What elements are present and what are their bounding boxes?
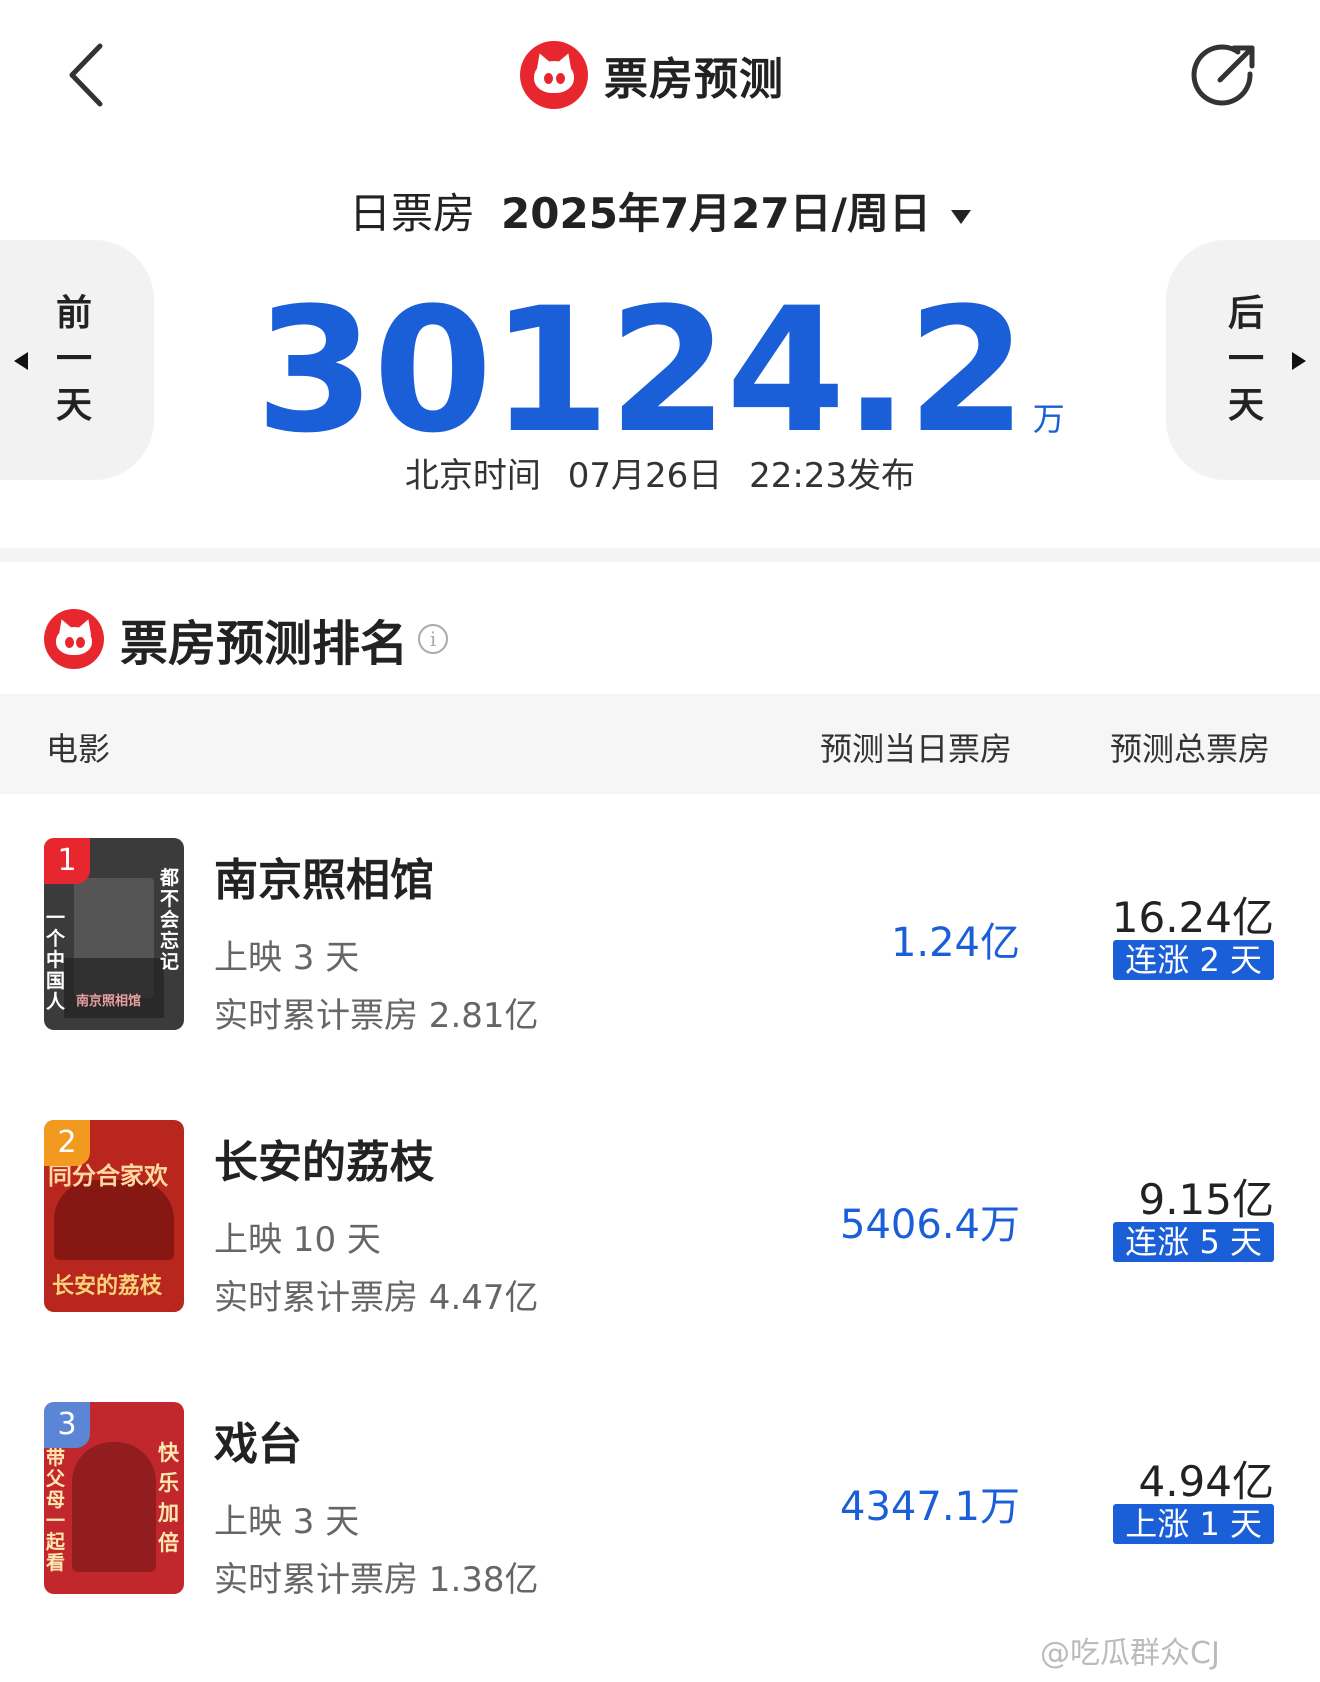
trend-badge: 连涨 2 天 — [1113, 940, 1274, 980]
trend-badge: 上涨 1 天 — [1113, 1504, 1274, 1544]
predicted-daily: 5406.4万 — [840, 1202, 1020, 1248]
selected-date: 2025年7月27日/周日 — [501, 189, 931, 238]
publish-date: 07月26日 — [567, 456, 723, 496]
cumulative-box-office: 实时累计票房 4.47亿 — [214, 1278, 539, 1318]
total-unit: 万 — [1032, 400, 1065, 438]
back-button[interactable] — [60, 40, 120, 110]
page-title: 票房预测 — [604, 54, 784, 105]
days-released: 上映 10 天 — [214, 1220, 381, 1260]
predicted-daily: 1.24亿 — [890, 920, 1020, 966]
predicted-total: 16.24亿 — [1111, 893, 1274, 942]
date-selector[interactable]: 日票房 2025年7月27日/周日 — [0, 180, 1320, 241]
poster-tagline-left: 带父母一起看 — [46, 1447, 66, 1574]
movie-row[interactable]: 同分合家欢 长安的荔枝 2 长安的荔枝 上映 10 天 实时累计票房 4.47亿… — [0, 1120, 1320, 1340]
chevron-left-icon — [69, 43, 103, 107]
movie-title[interactable]: 南京照相馆 — [214, 844, 434, 908]
caret-down-icon — [950, 209, 971, 224]
rank-badge: 1 — [44, 838, 90, 884]
movie-title[interactable]: 长安的荔枝 — [214, 1126, 434, 1190]
date-mode-label: 日票房 — [349, 189, 476, 238]
movie-row[interactable]: 一个中国人 都不会忘记 南京照相馆 1 南京照相馆 上映 3 天 实时累计票房 … — [0, 838, 1320, 1058]
table-header: 电影 预测当日票房 预测总票房 — [0, 694, 1320, 794]
info-icon[interactable]: i — [418, 624, 449, 654]
column-total: 预测总票房 — [1110, 730, 1271, 768]
movie-poster[interactable]: 带父母一起看 快乐加倍 3 — [44, 1402, 184, 1594]
column-movie: 电影 — [46, 730, 111, 768]
predicted-daily: 4347.1万 — [840, 1484, 1020, 1530]
publish-info: 北京时间 07月26日 22:23发布 — [0, 448, 1320, 497]
predicted-total: 4.94亿 — [1138, 1457, 1274, 1506]
publish-prefix: 北京时间 — [404, 456, 541, 496]
cumulative-box-office: 实时累计票房 2.81亿 — [214, 996, 539, 1036]
poster-tagline-right: 都不会忘记 — [160, 867, 180, 973]
poster-tagline-left: 一个中国人 — [46, 907, 66, 1013]
maoyan-cat-logo-icon — [44, 609, 104, 669]
poster-tagline-right: 快乐加倍 — [158, 1440, 179, 1555]
ranking-title: 票房预测排名 — [120, 616, 409, 672]
maoyan-cat-logo-icon — [520, 41, 588, 109]
column-daily: 预测当日票房 — [820, 730, 1013, 768]
days-released: 上映 3 天 — [214, 1502, 360, 1542]
share-button[interactable] — [1190, 40, 1260, 110]
rank-badge: 3 — [44, 1402, 90, 1448]
poster-title-text: 南京照相馆 — [76, 994, 142, 1009]
movie-poster[interactable]: 同分合家欢 长安的荔枝 2 — [44, 1120, 184, 1312]
total-value: 30124.2 — [255, 270, 1026, 471]
watermark: @吃瓜群众CJ — [1040, 1636, 1220, 1671]
days-released: 上映 3 天 — [214, 938, 360, 978]
total-box-office: 30124.2 万 — [0, 270, 1320, 471]
rank-badge: 2 — [44, 1120, 90, 1166]
trend-badge: 连涨 5 天 — [1113, 1222, 1274, 1262]
movie-poster[interactable]: 一个中国人 都不会忘记 南京照相馆 1 — [44, 838, 184, 1030]
movie-title[interactable]: 戏台 — [214, 1408, 302, 1472]
predicted-total: 9.15亿 — [1138, 1175, 1274, 1224]
poster-title-text: 长安的荔枝 — [52, 1273, 163, 1299]
movie-row[interactable]: 带父母一起看 快乐加倍 3 戏台 上映 3 天 实时累计票房 1.38亿 434… — [0, 1402, 1320, 1622]
section-divider — [0, 548, 1320, 562]
share-arrow-icon — [1191, 44, 1255, 106]
cumulative-box-office: 实时累计票房 1.38亿 — [214, 1560, 539, 1600]
publish-time: 22:23发布 — [749, 456, 916, 496]
top-bar: 票房预测 — [0, 0, 1320, 160]
brand: 票房预测 — [520, 40, 784, 110]
ranking-header: 票房预测排名 i — [44, 604, 449, 674]
